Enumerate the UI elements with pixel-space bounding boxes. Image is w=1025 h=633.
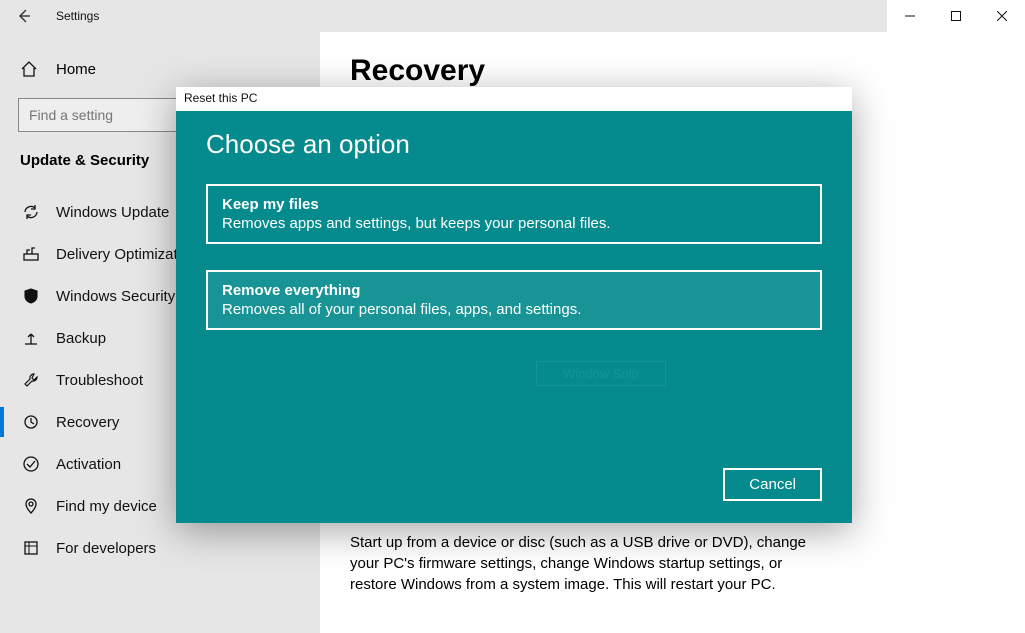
sidebar-item-label: Troubleshoot [56,372,143,389]
delivery-icon [20,245,42,263]
arrow-left-icon [16,8,32,24]
sidebar-item-label: For developers [56,540,156,557]
window-snip-ghost: Window Snip [536,361,666,386]
sync-icon [20,203,42,221]
minimize-button[interactable] [887,0,933,32]
sidebar-item-label: Windows Security [56,288,175,305]
sidebar-home[interactable]: Home [0,52,320,86]
location-icon [20,497,42,515]
home-icon [20,60,42,78]
app-title: Settings [56,9,99,23]
option-desc: Removes apps and settings, but keeps you… [222,215,806,232]
settings-window: Settings Home [0,0,1025,633]
advanced-startup-body: Start up from a device or disc (such as … [350,532,820,595]
reset-pc-dialog: Reset this PC Choose an option Keep my f… [176,87,852,523]
dialog-footer: Cancel [723,468,822,501]
dialog-body: Choose an option Keep my files Removes a… [176,111,852,523]
sidebar-home-label: Home [56,61,96,78]
backup-icon [20,329,42,347]
sidebar-item-for-developers[interactable]: For developers [0,527,320,569]
close-button[interactable] [979,0,1025,32]
close-icon [997,11,1007,21]
dialog-heading: Choose an option [206,129,822,160]
recovery-icon [20,413,42,431]
window-controls [887,0,1025,32]
maximize-button[interactable] [933,0,979,32]
option-title: Remove everything [222,282,806,299]
dialog-title: Reset this PC [176,87,852,111]
page-title: Recovery [350,54,995,88]
sidebar-item-label: Activation [56,456,121,473]
devmode-icon [20,539,42,557]
option-desc: Removes all of your personal files, apps… [222,301,806,318]
cancel-button[interactable]: Cancel [723,468,822,501]
option-remove-everything[interactable]: Remove everything Removes all of your pe… [206,270,822,330]
maximize-icon [951,11,961,21]
checkmark-icon [20,455,42,473]
sidebar-item-label: Find my device [56,498,157,515]
sidebar-item-label: Recovery [56,414,119,431]
shield-icon [20,287,42,305]
sidebar-item-label: Backup [56,330,106,347]
sidebar-item-label: Windows Update [56,204,169,221]
titlebar: Settings [0,0,1025,32]
back-button[interactable] [0,0,48,32]
option-keep-my-files[interactable]: Keep my files Removes apps and settings,… [206,184,822,244]
option-title: Keep my files [222,196,806,213]
wrench-icon [20,371,42,389]
minimize-icon [905,11,915,21]
